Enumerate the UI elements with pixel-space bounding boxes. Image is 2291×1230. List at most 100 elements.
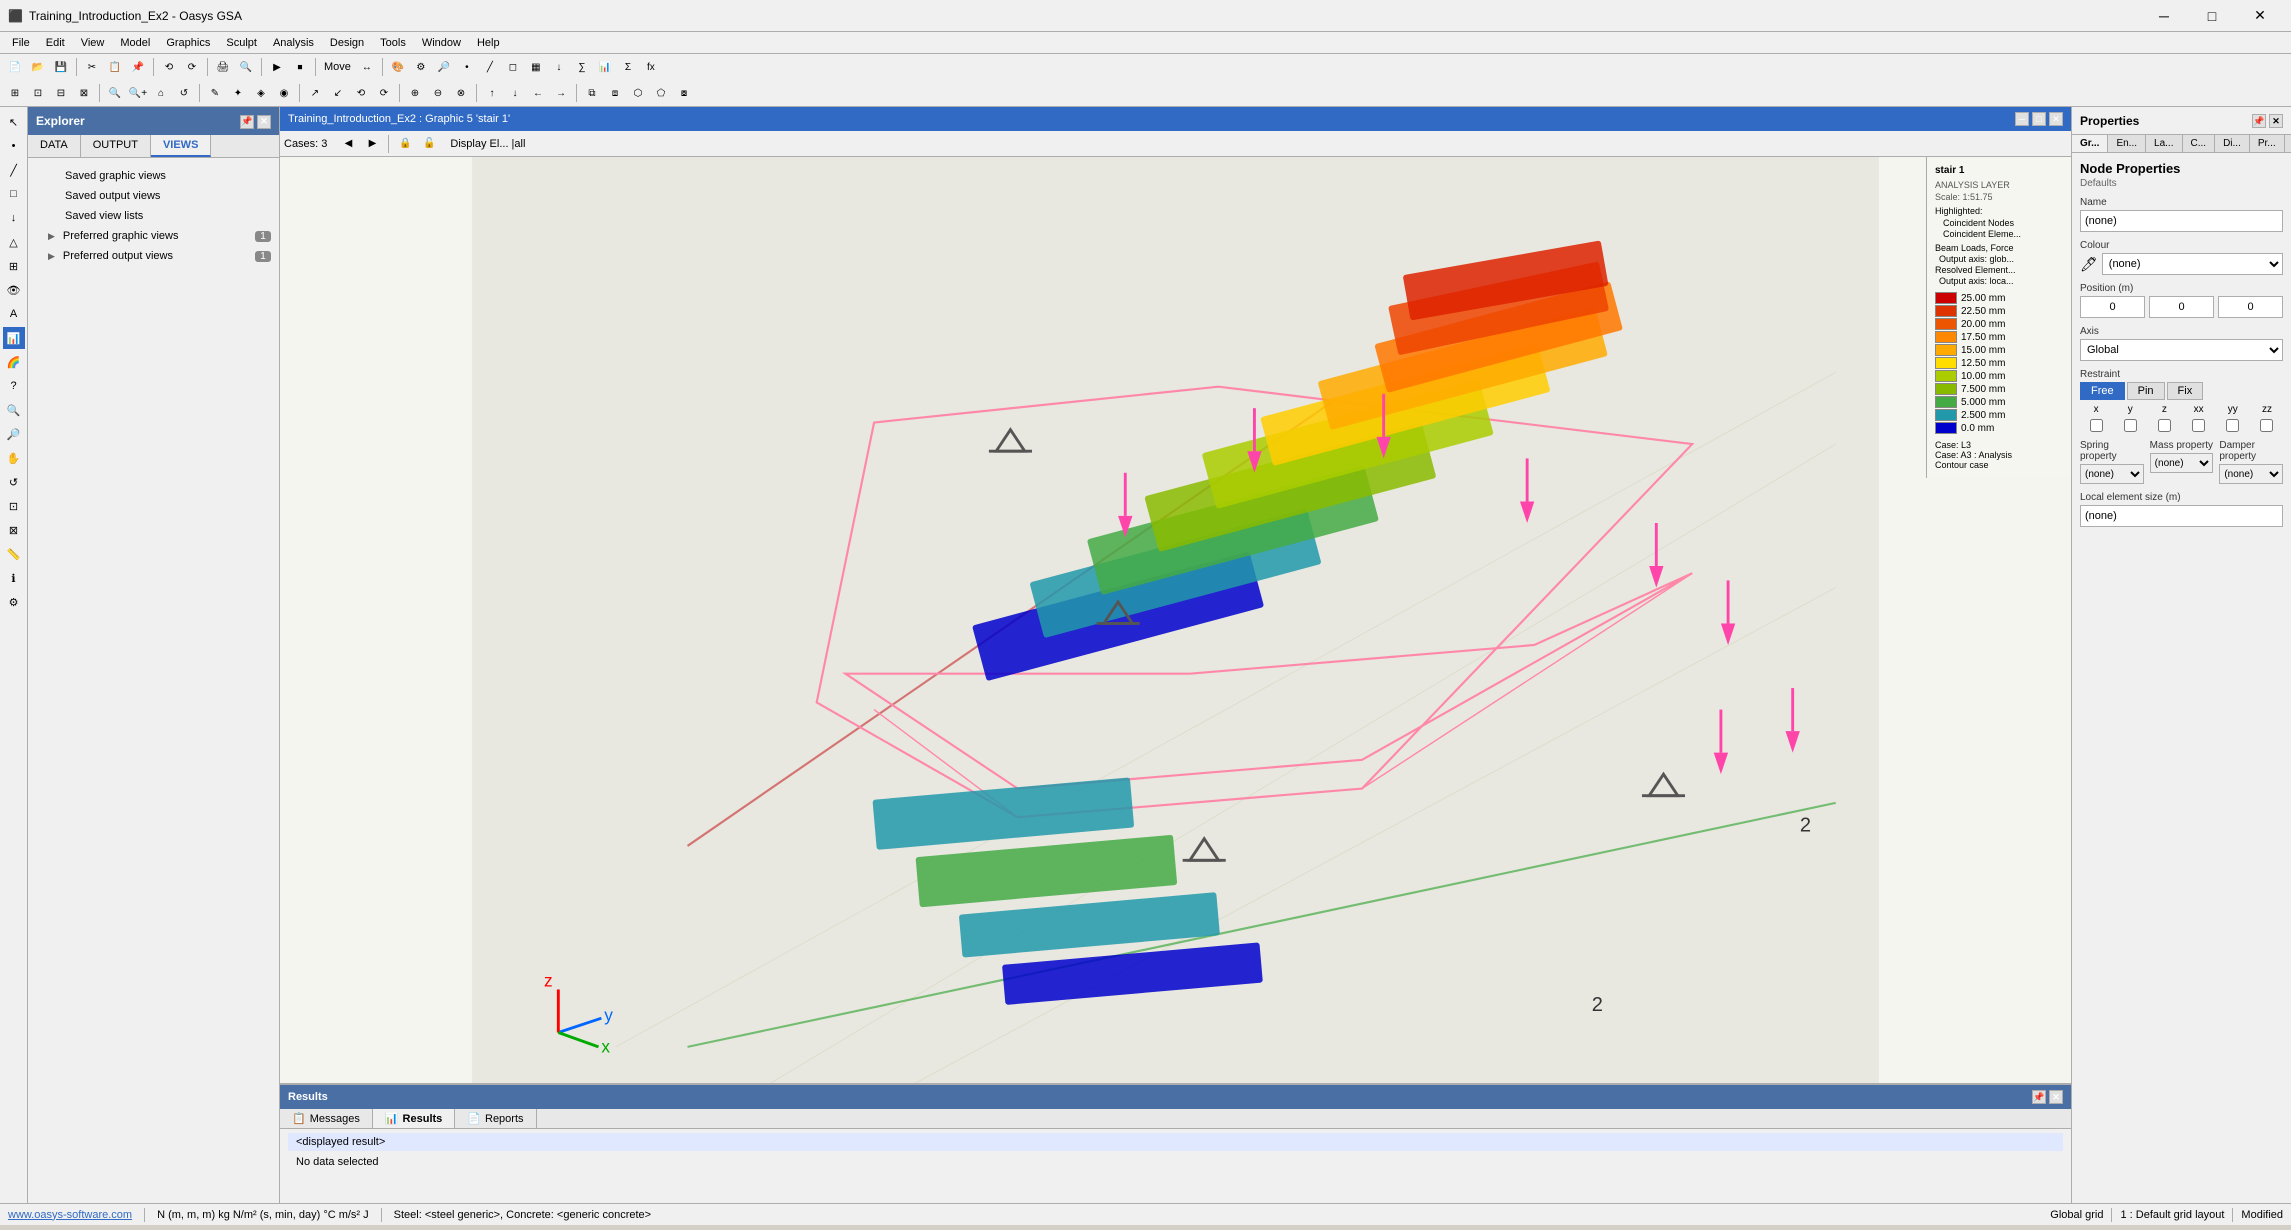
lt-contour[interactable]: 🌈 (3, 351, 25, 373)
menu-item-help[interactable]: Help (469, 35, 508, 51)
lt-element[interactable]: ╱ (3, 159, 25, 181)
prop-tab-en[interactable]: En... (2108, 135, 2146, 152)
tb2-23[interactable]: → (550, 82, 572, 104)
graphic-content[interactable]: 2 2 y z x stair 1 (280, 157, 2071, 1083)
close-button[interactable]: ✕ (2237, 0, 2283, 32)
tb-paste[interactable]: 📌 (127, 56, 149, 78)
tb-new[interactable]: 📄 (4, 56, 26, 78)
tb2-17[interactable]: ⊕ (404, 82, 426, 104)
pos-z-input[interactable] (2218, 296, 2283, 318)
btn-fix[interactable]: Fix (2167, 382, 2204, 400)
tb-extra2[interactable]: fx (640, 56, 662, 78)
lt-settings[interactable]: ⚙ (3, 591, 25, 613)
btn-pin[interactable]: Pin (2127, 382, 2165, 400)
tb-copy[interactable]: 📋 (104, 56, 126, 78)
pos-x-input[interactable] (2080, 296, 2145, 318)
props-close[interactable]: ✕ (2269, 114, 2283, 128)
tree-item[interactable]: Saved view lists (28, 206, 279, 226)
prop-tab-la[interactable]: La... (2146, 135, 2182, 152)
tb2-9[interactable]: ✎ (204, 82, 226, 104)
damper-select[interactable]: (none) (2219, 464, 2283, 484)
tree-item[interactable]: ▶Preferred graphic views1 (28, 226, 279, 246)
name-input[interactable] (2080, 210, 2283, 232)
lt-node[interactable]: • (3, 135, 25, 157)
results-close[interactable]: ✕ (2049, 1090, 2063, 1104)
tb-stop[interactable]: ⏹ (289, 56, 311, 78)
menu-item-analysis[interactable]: Analysis (265, 35, 322, 51)
tb-load[interactable]: ↓ (548, 56, 570, 78)
lt-zoom-in[interactable]: 🔍 (3, 399, 25, 421)
menu-item-view[interactable]: View (73, 35, 113, 51)
gt-prev[interactable]: ◀ (337, 133, 359, 155)
tab-results[interactable]: 📊 Results (373, 1109, 455, 1128)
tb-material[interactable]: ▦ (525, 56, 547, 78)
lt-query[interactable]: ? (3, 375, 25, 397)
tb2-22[interactable]: ← (527, 82, 549, 104)
tree-item[interactable]: Saved output views (28, 186, 279, 206)
check-xx[interactable] (2192, 419, 2205, 432)
check-x[interactable] (2090, 419, 2103, 432)
tb2-18[interactable]: ⊖ (427, 82, 449, 104)
lt-zoom-out[interactable]: 🔎 (3, 423, 25, 445)
tb-open[interactable]: 📂 (27, 56, 49, 78)
prop-tab-pr[interactable]: Pr... (2250, 135, 2285, 152)
lt-view[interactable]: 👁 (3, 279, 25, 301)
lt-pointer[interactable]: ↖ (3, 111, 25, 133)
graphic-maximize[interactable]: □ (2032, 112, 2046, 126)
lt-select[interactable]: ⊡ (3, 495, 25, 517)
tb-run[interactable]: ▶ (266, 56, 288, 78)
local-size-input[interactable] (2080, 505, 2283, 527)
lt-load[interactable]: ↓ (3, 207, 25, 229)
menu-item-design[interactable]: Design (322, 35, 372, 51)
gt-next[interactable]: ▶ (361, 133, 383, 155)
gt-unlock[interactable]: 🔓 (418, 133, 440, 155)
tb2-1[interactable]: ⊞ (4, 82, 26, 104)
tab-views[interactable]: VIEWS (151, 135, 211, 157)
tb-results[interactable]: 📊 (594, 56, 616, 78)
check-zz[interactable] (2260, 419, 2273, 432)
lt-pan[interactable]: ✋ (3, 447, 25, 469)
tab-messages[interactable]: 📋 Messages (280, 1109, 373, 1128)
tb-analysis[interactable]: ∑ (571, 56, 593, 78)
prop-tab-gr[interactable]: Gr... (2072, 135, 2108, 152)
lt-label[interactable]: A (3, 303, 25, 325)
tb-extra1[interactable]: Σ (617, 56, 639, 78)
minimize-button[interactable]: ─ (2141, 0, 2187, 32)
colour-select[interactable]: (none) (2102, 253, 2283, 275)
tb2-3[interactable]: ⊟ (50, 82, 72, 104)
lt-support[interactable]: △ (3, 231, 25, 253)
tab-data[interactable]: DATA (28, 135, 81, 157)
lt-rotate[interactable]: ↺ (3, 471, 25, 493)
graphic-close[interactable]: ✕ (2049, 112, 2063, 126)
tb2-11[interactable]: ◈ (250, 82, 272, 104)
tb2-5[interactable]: 🔍 (104, 82, 126, 104)
pos-y-input[interactable] (2149, 296, 2214, 318)
tb-print[interactable]: 🖨 (212, 56, 234, 78)
menu-item-graphics[interactable]: Graphics (158, 35, 218, 51)
menu-item-edit[interactable]: Edit (38, 35, 73, 51)
lt-results[interactable]: 📊 (3, 327, 25, 349)
results-pin[interactable]: 📌 (2032, 1090, 2046, 1104)
structure-viewport[interactable]: 2 2 y z x (280, 157, 2071, 1083)
lt-group[interactable]: ⊞ (3, 255, 25, 277)
lt-info[interactable]: ℹ (3, 567, 25, 589)
spring-select[interactable]: (none) (2080, 464, 2144, 484)
tb2-8[interactable]: ↺ (173, 82, 195, 104)
tb-node[interactable]: • (456, 56, 478, 78)
maximize-button[interactable]: □ (2189, 0, 2235, 32)
tb2-15[interactable]: ⟲ (350, 82, 372, 104)
menu-item-model[interactable]: Model (112, 35, 158, 51)
tb2-20[interactable]: ↑ (481, 82, 503, 104)
explorer-pin[interactable]: 📌 (240, 115, 254, 129)
tb-options[interactable]: ⚙ (410, 56, 432, 78)
lt-deselect[interactable]: ⊠ (3, 519, 25, 541)
graphic-minimize[interactable]: ─ (2015, 112, 2029, 126)
check-z[interactable] (2158, 419, 2171, 432)
tb2-2[interactable]: ⊡ (27, 82, 49, 104)
tb2-6[interactable]: 🔍+ (127, 82, 149, 104)
axis-select[interactable]: Global (2080, 339, 2283, 361)
menu-item-file[interactable]: File (4, 35, 38, 51)
mass-select[interactable]: (none) (2150, 453, 2214, 473)
tb-cut[interactable]: ✂ (81, 56, 103, 78)
gt-lock[interactable]: 🔒 (394, 133, 416, 155)
